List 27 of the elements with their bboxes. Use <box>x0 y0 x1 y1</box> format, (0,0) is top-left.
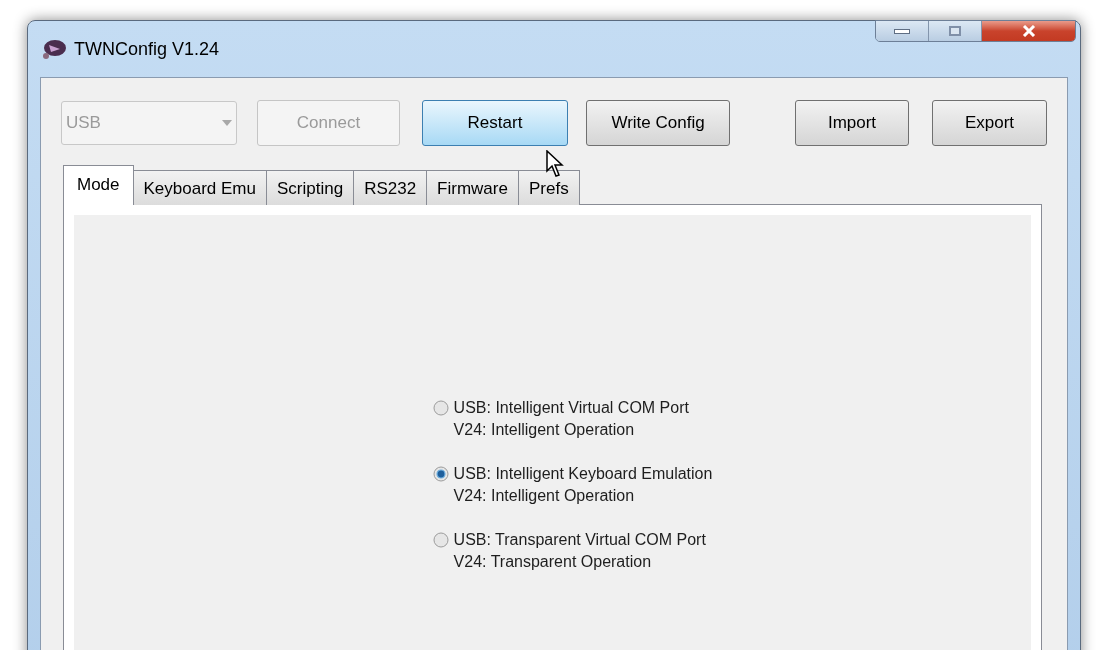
toolbar-button[interactable]: Import <box>795 100 909 146</box>
radio-button[interactable] <box>432 466 449 482</box>
radio-label: V24: Intelligent Operation <box>453 420 636 440</box>
app-logo-icon <box>40 37 68 61</box>
tab[interactable]: RS232 <box>354 170 428 205</box>
radio-button[interactable] <box>432 400 449 416</box>
window-title: TWNConfig V1.24 <box>74 37 220 61</box>
dropdown-arrow-icon <box>222 120 232 126</box>
radio-label: USB: Intelligent Keyboard Emulation <box>453 464 713 484</box>
minimize-button[interactable] <box>876 21 929 41</box>
radio-label: USB: Transparent Virtual COM Port <box>453 530 706 550</box>
mouse-cursor-icon <box>546 150 566 178</box>
tab[interactable]: Keyboard Emu <box>133 170 267 205</box>
radio-button[interactable] <box>432 532 449 548</box>
radio-label: USB: Intelligent Virtual COM Port <box>453 398 689 418</box>
radio-label: V24: Transparent Operation <box>453 552 653 572</box>
tab[interactable]: Firmware <box>427 170 519 205</box>
tab[interactable]: Mode <box>63 165 134 205</box>
tab[interactable]: Prefs <box>518 170 580 205</box>
radio-label: V24: Intelligent Operation <box>453 486 636 506</box>
toolbar-button[interactable]: Export <box>932 100 1047 146</box>
close-icon <box>1021 25 1036 37</box>
maximize-button[interactable] <box>929 21 982 41</box>
close-button[interactable] <box>982 21 1075 41</box>
tab[interactable]: Scripting <box>267 170 355 205</box>
toolbar-button[interactable]: Write Config <box>586 100 730 146</box>
toolbar-button[interactable]: Restart <box>422 100 568 146</box>
